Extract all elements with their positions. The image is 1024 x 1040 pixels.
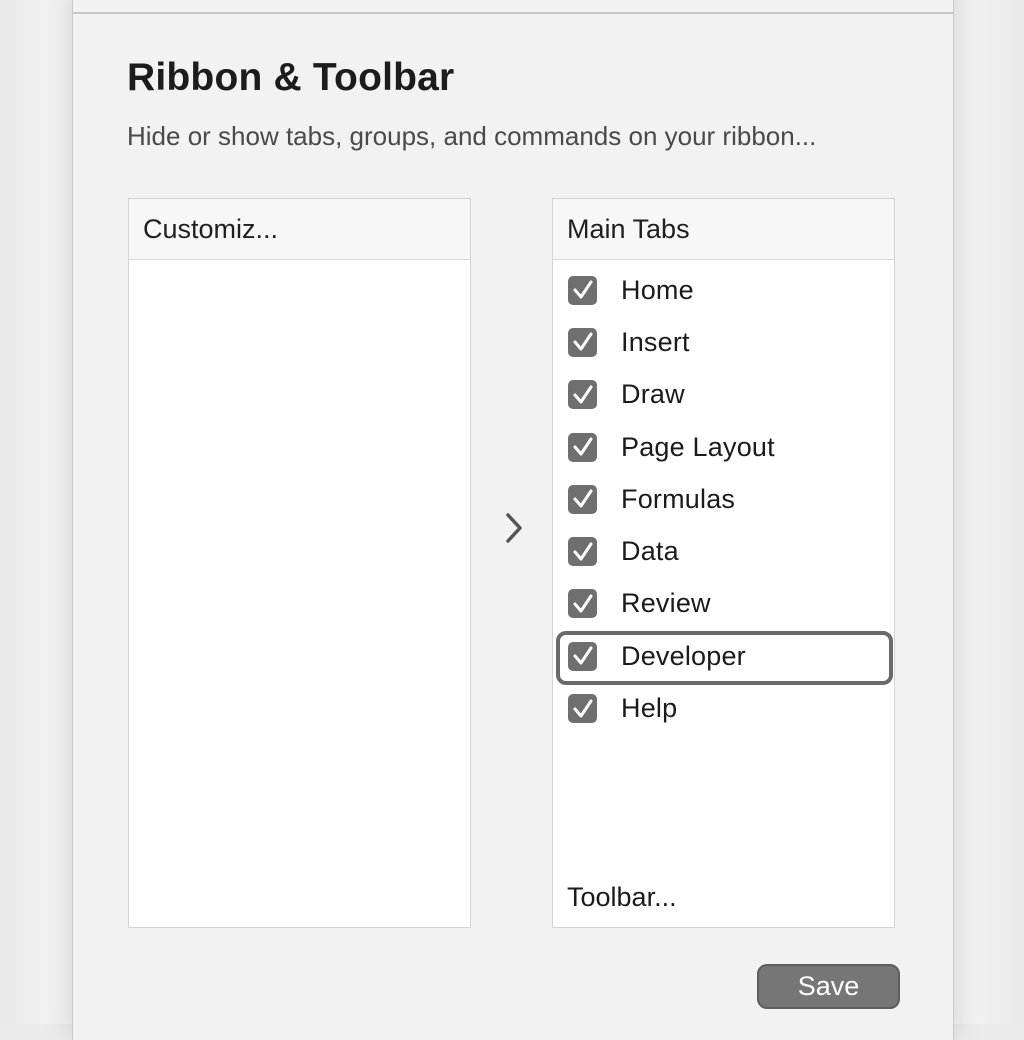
customize-list-header-label: Customiz...: [143, 213, 279, 244]
main-tabs-header-label: Main Tabs: [567, 213, 690, 244]
tab-label: Insert: [621, 326, 690, 357]
tab-label: Help: [621, 693, 678, 724]
checkmark-icon: [573, 280, 592, 299]
tab-row-review[interactable]: Review: [553, 578, 894, 630]
checkmark-icon: [573, 385, 592, 404]
tab-checkbox[interactable]: [568, 537, 597, 567]
dialog-description: Hide or show tabs, groups, and commands …: [127, 121, 817, 151]
move-right-button[interactable]: [499, 508, 529, 548]
tab-label: Review: [621, 588, 711, 619]
tab-checkbox[interactable]: [568, 432, 597, 462]
tab-checkbox[interactable]: [568, 327, 597, 357]
tab-checkbox[interactable]: [568, 589, 597, 619]
customize-list-header: Customiz...: [129, 199, 470, 260]
checkmark-icon: [573, 699, 592, 718]
main-tabs-list: Home Insert Draw Page Layout Formulas Data Rev…: [553, 264, 894, 735]
customize-list-panel[interactable]: Customiz...: [128, 198, 471, 928]
save-button[interactable]: Save: [757, 964, 900, 1009]
checkmark-icon: [573, 489, 592, 508]
ribbon-toolbar-dialog: Ribbon & Toolbar Hide or show tabs, grou…: [72, 0, 954, 1040]
tab-row-data[interactable]: Data: [553, 525, 894, 577]
tab-row-help[interactable]: Help: [553, 682, 894, 734]
tab-label: Developer: [621, 640, 746, 671]
tab-checkbox[interactable]: [568, 694, 597, 724]
tab-label: Draw: [621, 379, 685, 410]
checkmark-icon: [573, 646, 592, 665]
toolbar-link[interactable]: Toolbar...: [567, 882, 677, 913]
checkmark-icon: [573, 332, 592, 351]
tab-label: Home: [621, 274, 694, 305]
tab-checkbox[interactable]: [568, 641, 597, 671]
tab-label: Formulas: [621, 483, 736, 514]
tab-row-developer[interactable]: Developer: [553, 630, 894, 686]
main-tabs-header: Main Tabs: [553, 199, 894, 260]
checkmark-icon: [573, 437, 592, 456]
main-tabs-panel: Main Tabs Home Insert Draw Page Layout Formu…: [552, 198, 895, 928]
title-bar-divider: [73, 12, 953, 14]
tab-checkbox[interactable]: [568, 484, 597, 514]
tab-label: Data: [621, 536, 679, 567]
tab-label: Page Layout: [621, 431, 775, 462]
tab-checkbox[interactable]: [568, 275, 597, 305]
tab-checkbox[interactable]: [568, 380, 597, 410]
tab-row-page-layout[interactable]: Page Layout: [553, 421, 894, 473]
tab-row-home[interactable]: Home: [553, 264, 894, 316]
dialog-title: Ribbon & Toolbar: [127, 56, 455, 99]
tab-row-draw[interactable]: Draw: [553, 369, 894, 421]
checkmark-icon: [573, 594, 592, 613]
checkmark-icon: [573, 542, 592, 561]
tab-row-insert[interactable]: Insert: [553, 316, 894, 368]
chevron-right-icon: [506, 513, 522, 543]
tab-row-formulas[interactable]: Formulas: [553, 473, 894, 525]
